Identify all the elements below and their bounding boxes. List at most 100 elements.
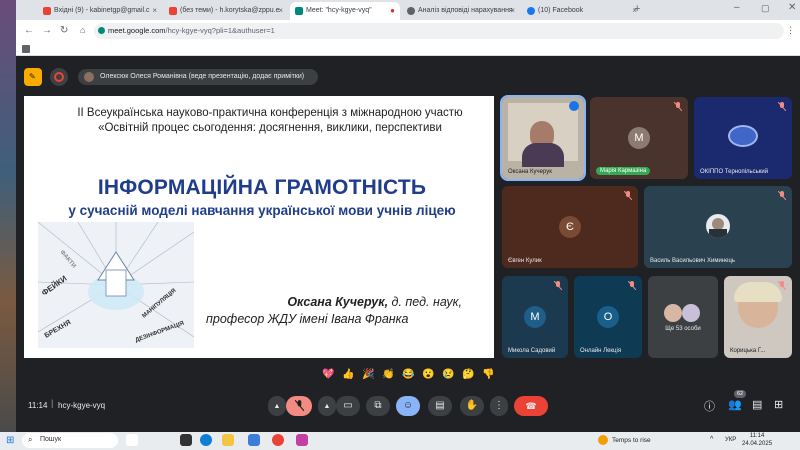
app-icon[interactable] — [296, 434, 308, 446]
tab-gmail[interactable]: Вхідні (9) - kabinetgp@gmail.c × — [38, 2, 162, 20]
presenter-banner: Олексюк Олеся Романівна (веде презентаці… — [78, 69, 318, 85]
participants-count-badge: 62 — [734, 390, 746, 398]
captions-toggle-button[interactable]: ✎ — [24, 68, 42, 86]
reaction-sad[interactable]: 😢 — [442, 369, 454, 380]
reaction-surprised[interactable]: 😮 — [422, 369, 434, 380]
participant-tile[interactable]: Є Євген Кулик — [502, 186, 638, 268]
address-bar[interactable]: meet.google.com/hcy-kgye-vyq?pli=1&authu… — [94, 23, 784, 39]
participant-avatar: Є — [559, 216, 581, 238]
video-options-button[interactable]: ▲ — [318, 396, 336, 416]
more-options-button[interactable]: ⋮ — [490, 396, 508, 416]
participant-tile[interactable]: М Марія Кармазіна — [590, 97, 688, 179]
bookmarks-bar — [16, 42, 800, 56]
taskview-icon[interactable] — [126, 434, 138, 446]
windows-start-icon[interactable]: ⊞ — [6, 435, 14, 446]
people-icon[interactable]: 👥 — [728, 398, 742, 411]
activities-icon[interactable]: ⊞ — [774, 398, 783, 411]
tab-mail-2[interactable]: (без теми) - h.korytska@zppu.e × — [164, 2, 288, 20]
chat-icon[interactable]: ▤ — [752, 398, 762, 411]
captions-button[interactable]: ▤ — [428, 396, 452, 416]
tab-meet[interactable]: Meet: "hcy-kgye-vyq" ● — [290, 2, 400, 20]
mic-off-icon — [294, 399, 304, 412]
language-indicator[interactable]: УКР — [725, 437, 736, 443]
minimize-icon[interactable]: – — [734, 2, 740, 13]
chevron-up-icon: ▲ — [273, 403, 281, 410]
participant-name: Євген Кулик — [508, 258, 542, 264]
audio-options-button[interactable]: ▲ — [268, 396, 286, 416]
captions-icon: ▤ — [435, 400, 445, 411]
participant-avatar: О — [597, 306, 619, 328]
reaction-thumbs-up[interactable]: 👍 — [342, 369, 354, 380]
weather-icon — [598, 435, 608, 445]
camera-toggle-button[interactable]: ▭ — [336, 396, 360, 416]
taskbar-search[interactable]: ⌕ Пошук — [22, 433, 118, 448]
reload-icon[interactable]: ↻ — [60, 25, 68, 36]
reaction-thinking[interactable]: 🤔 — [462, 369, 474, 380]
more-vert-icon: ⋮ — [494, 400, 504, 411]
meeting-clock: 11:14 — [28, 401, 48, 410]
more-participants-tile[interactable]: Ще 53 особи — [648, 276, 718, 358]
reactions-button[interactable]: ☺ — [396, 396, 420, 416]
participant-avatar: М — [524, 306, 546, 328]
reaction-thumbs-down[interactable]: 👎 — [482, 369, 494, 380]
participant-tile[interactable]: Василь Васильович Химинець — [644, 186, 792, 268]
task-view-icon[interactable] — [180, 434, 192, 446]
file-explorer-icon[interactable] — [222, 434, 234, 446]
participant-tile-speaker[interactable]: Оксана Кучерук — [500, 95, 586, 181]
participant-tile[interactable]: О Онлайн Лекція — [574, 276, 642, 358]
forward-icon[interactable]: → — [42, 25, 52, 36]
back-icon[interactable]: ← — [24, 25, 34, 36]
edge-icon[interactable] — [200, 434, 212, 446]
meeting-info-icon[interactable]: ⓘ — [704, 398, 715, 414]
gmail-icon — [43, 7, 51, 15]
person-body — [709, 229, 727, 238]
present-button[interactable]: ⧉ — [366, 396, 390, 416]
url-text: meet.google.com/hcy-kgye-vyq?pli=1&authu… — [108, 26, 275, 35]
chrome-icon[interactable] — [272, 434, 284, 446]
slide-title-line2: у сучасній моделі навчання української м… — [68, 203, 456, 218]
participant-tile[interactable]: М Микола Садовий — [502, 276, 568, 358]
author-affiliation: професор ЖДУ імені Івана Франка — [206, 312, 409, 326]
reaction-laugh[interactable]: 😂 — [402, 369, 414, 380]
close-window-icon[interactable]: ✕ — [788, 2, 796, 13]
slide-title: ІНФОРМАЦІЙНА ГРАМОТНІСТЬ — [97, 176, 427, 199]
participant-tile[interactable]: Корицька Г... — [724, 276, 792, 358]
recording-button[interactable] — [50, 68, 68, 86]
participant-tile[interactable]: ОКІППО Тернопільський — [694, 97, 792, 179]
weather-text: Temps to rise — [612, 437, 651, 444]
store-icon[interactable] — [248, 434, 260, 446]
new-tab-icon[interactable]: + — [634, 3, 640, 15]
speaking-indicator-icon — [569, 101, 579, 111]
tab-analysis[interactable]: Аналіз відповіді нарахування × — [402, 2, 520, 20]
slide-subtitle: ІІ Всеукраїнська науково-практична конфе… — [77, 107, 463, 134]
site-info-icon[interactable] — [98, 27, 105, 34]
apps-grid-icon[interactable] — [22, 45, 30, 53]
mic-off-icon — [624, 191, 632, 200]
browser-menu-icon[interactable]: ⋮ — [786, 25, 795, 36]
raise-hand-button[interactable]: ✋ — [460, 396, 484, 416]
slide-author: Оксана Кучерук, д. пед. наук, професор Ж… — [200, 294, 480, 328]
maximize-icon[interactable]: ▢ — [761, 3, 770, 14]
leave-call-button[interactable]: ☎ — [514, 396, 548, 416]
home-icon[interactable]: ⌂ — [80, 25, 85, 35]
reaction-heart[interactable]: 💖 — [322, 369, 334, 380]
presenter-avatar — [84, 72, 94, 82]
end-call-icon: ☎ — [525, 401, 537, 411]
slide-illustration: ФЕЙКИ БРЕХНЯ МАНІПУЛЯЦІЯ ДЕЗІНФОРМАЦІЯ Ф… — [38, 222, 194, 348]
close-tab-icon[interactable]: × — [152, 6, 157, 15]
browser-tab-bar: Вхідні (9) - kabinetgp@gmail.c × (без те… — [16, 0, 800, 20]
recording-dot-icon[interactable]: ● — [390, 6, 395, 15]
author-degree: д. пед. наук, — [391, 295, 462, 309]
author-name: Оксана Кучерук, — [287, 295, 389, 309]
reaction-party[interactable]: 🎉 — [362, 369, 374, 380]
tab-facebook[interactable]: (10) Facebook × — [522, 2, 642, 20]
close-tab-icon[interactable]: × — [278, 6, 283, 15]
system-clock[interactable]: 11:14 24.04.2025 — [742, 432, 772, 448]
participant-video — [508, 103, 578, 167]
mic-toggle-button[interactable] — [286, 396, 312, 416]
reaction-clap[interactable]: 👏 — [382, 369, 394, 380]
participant-name: Марія Кармазіна — [596, 167, 651, 175]
tray-arrow-icon[interactable]: ^ — [710, 436, 713, 443]
close-tab-icon[interactable]: × — [510, 6, 515, 15]
participant-thumb — [682, 304, 700, 322]
